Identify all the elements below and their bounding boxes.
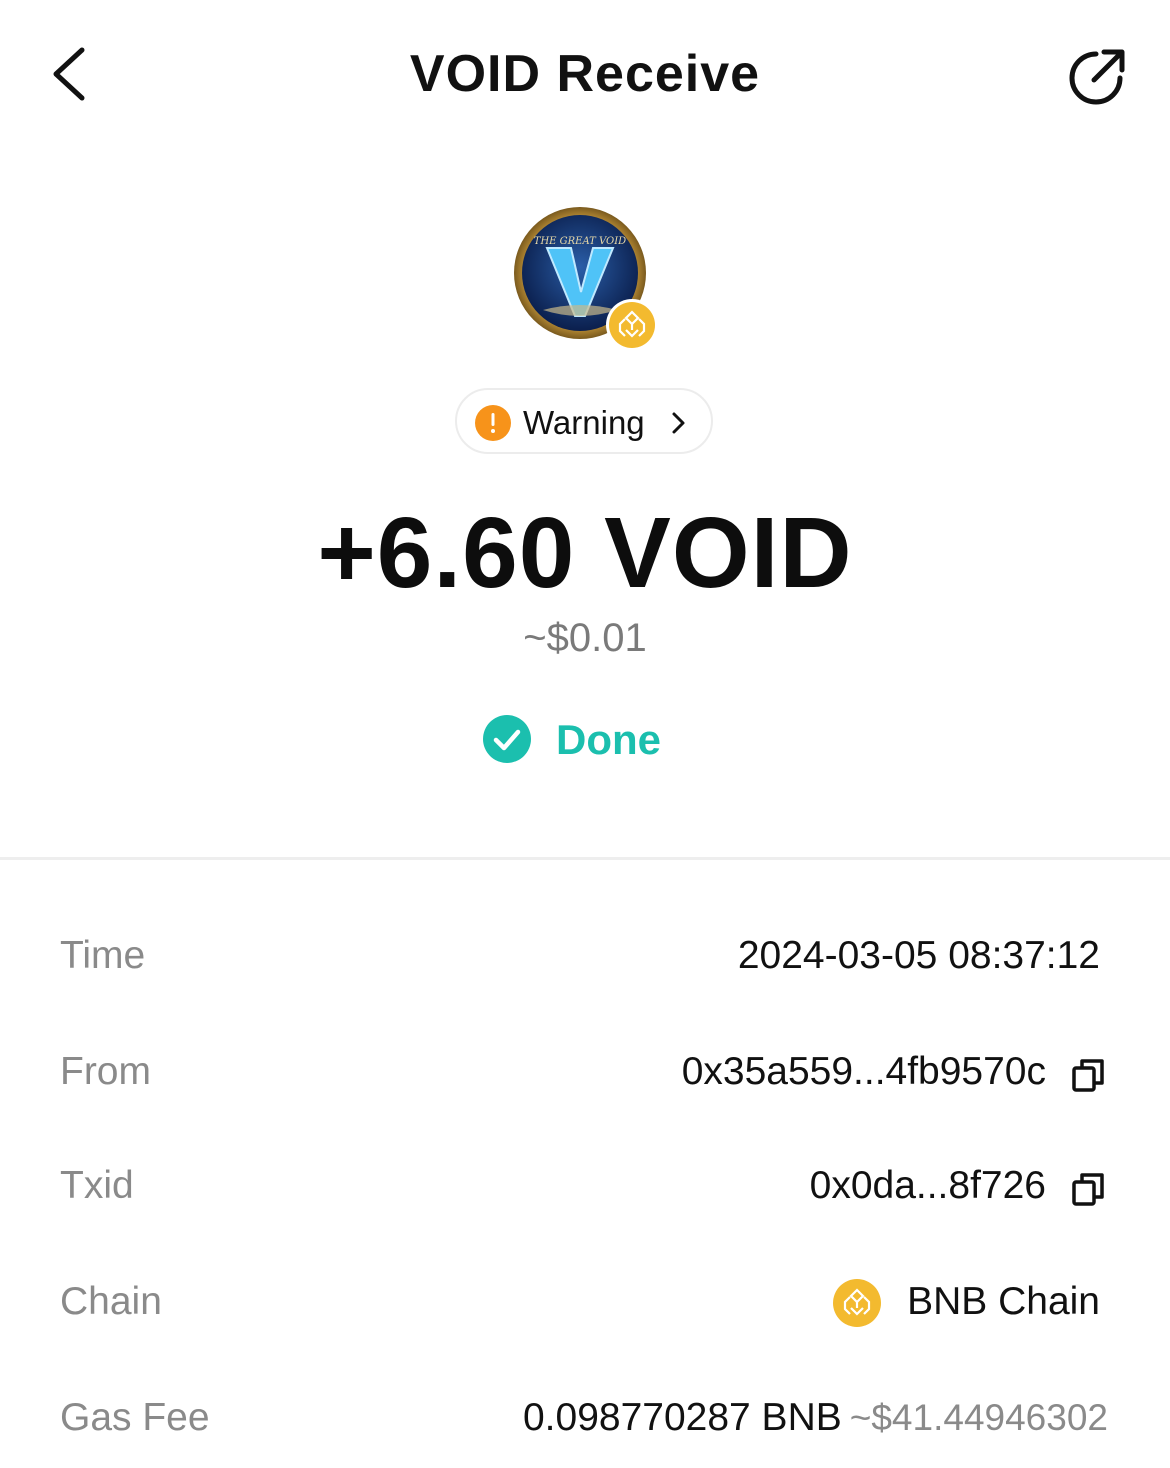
- external-link-button[interactable]: [1066, 44, 1130, 108]
- status-indicator: Done: [480, 710, 720, 770]
- external-link-icon: [1069, 49, 1125, 105]
- gas-fee-value: 0.098770287 BNB: [522, 1396, 842, 1439]
- chain-label: Chain: [60, 1280, 162, 1323]
- warning-label: Warning: [523, 404, 645, 441]
- warning-button[interactable]: Warning: [455, 388, 713, 454]
- from-address: 0x35a559...4fb9570c: [681, 1050, 1046, 1093]
- gas-fee-group: 0.098770287 BNB ~$41.44946302: [523, 1396, 1108, 1440]
- from-label: From: [60, 1050, 151, 1093]
- copy-icon[interactable]: [1070, 1056, 1106, 1094]
- txid-value: 0x0da...8f726: [809, 1164, 1046, 1207]
- time-label: Time: [60, 934, 146, 977]
- svg-text:THE GREAT VOID: THE GREAT VOID: [534, 236, 626, 247]
- token-avatar: THE GREAT VOID: [513, 206, 663, 356]
- time-value: 2024-03-05 08:37:12: [737, 934, 1100, 977]
- section-divider: [0, 857, 1170, 860]
- copy-icon[interactable]: [1070, 1170, 1106, 1208]
- detail-row-from: From 0x35a559...4fb9570c: [0, 1050, 1170, 1110]
- bnb-chain-icon: [833, 1279, 881, 1327]
- chevron-right-icon: [672, 412, 685, 434]
- status-label: Done: [556, 716, 661, 763]
- fiat-value: ~$0.01: [523, 616, 647, 660]
- gas-fee-fiat: ~$41.44946302: [849, 1397, 1108, 1438]
- gas-fee-label: Gas Fee: [60, 1396, 210, 1439]
- page-title: VOID Receive: [409, 45, 761, 103]
- detail-row-time: Time 2024-03-05 08:37:12: [0, 934, 1170, 994]
- txid-label: Txid: [60, 1164, 134, 1207]
- transaction-amount: +6.60 VOID: [317, 497, 853, 609]
- bnb-chain-badge: [606, 299, 658, 351]
- check-circle-icon: [483, 715, 531, 763]
- detail-row-gas-fee: Gas Fee 0.098770287 BNB ~$41.44946302: [0, 1396, 1170, 1456]
- detail-row-chain: Chain BNB Chain: [0, 1279, 1170, 1340]
- top-bar: VOID Receive: [0, 0, 1170, 150]
- chain-value: BNB Chain: [907, 1280, 1100, 1323]
- detail-row-txid: Txid 0x0da...8f726: [0, 1164, 1170, 1224]
- warning-icon: [475, 405, 511, 441]
